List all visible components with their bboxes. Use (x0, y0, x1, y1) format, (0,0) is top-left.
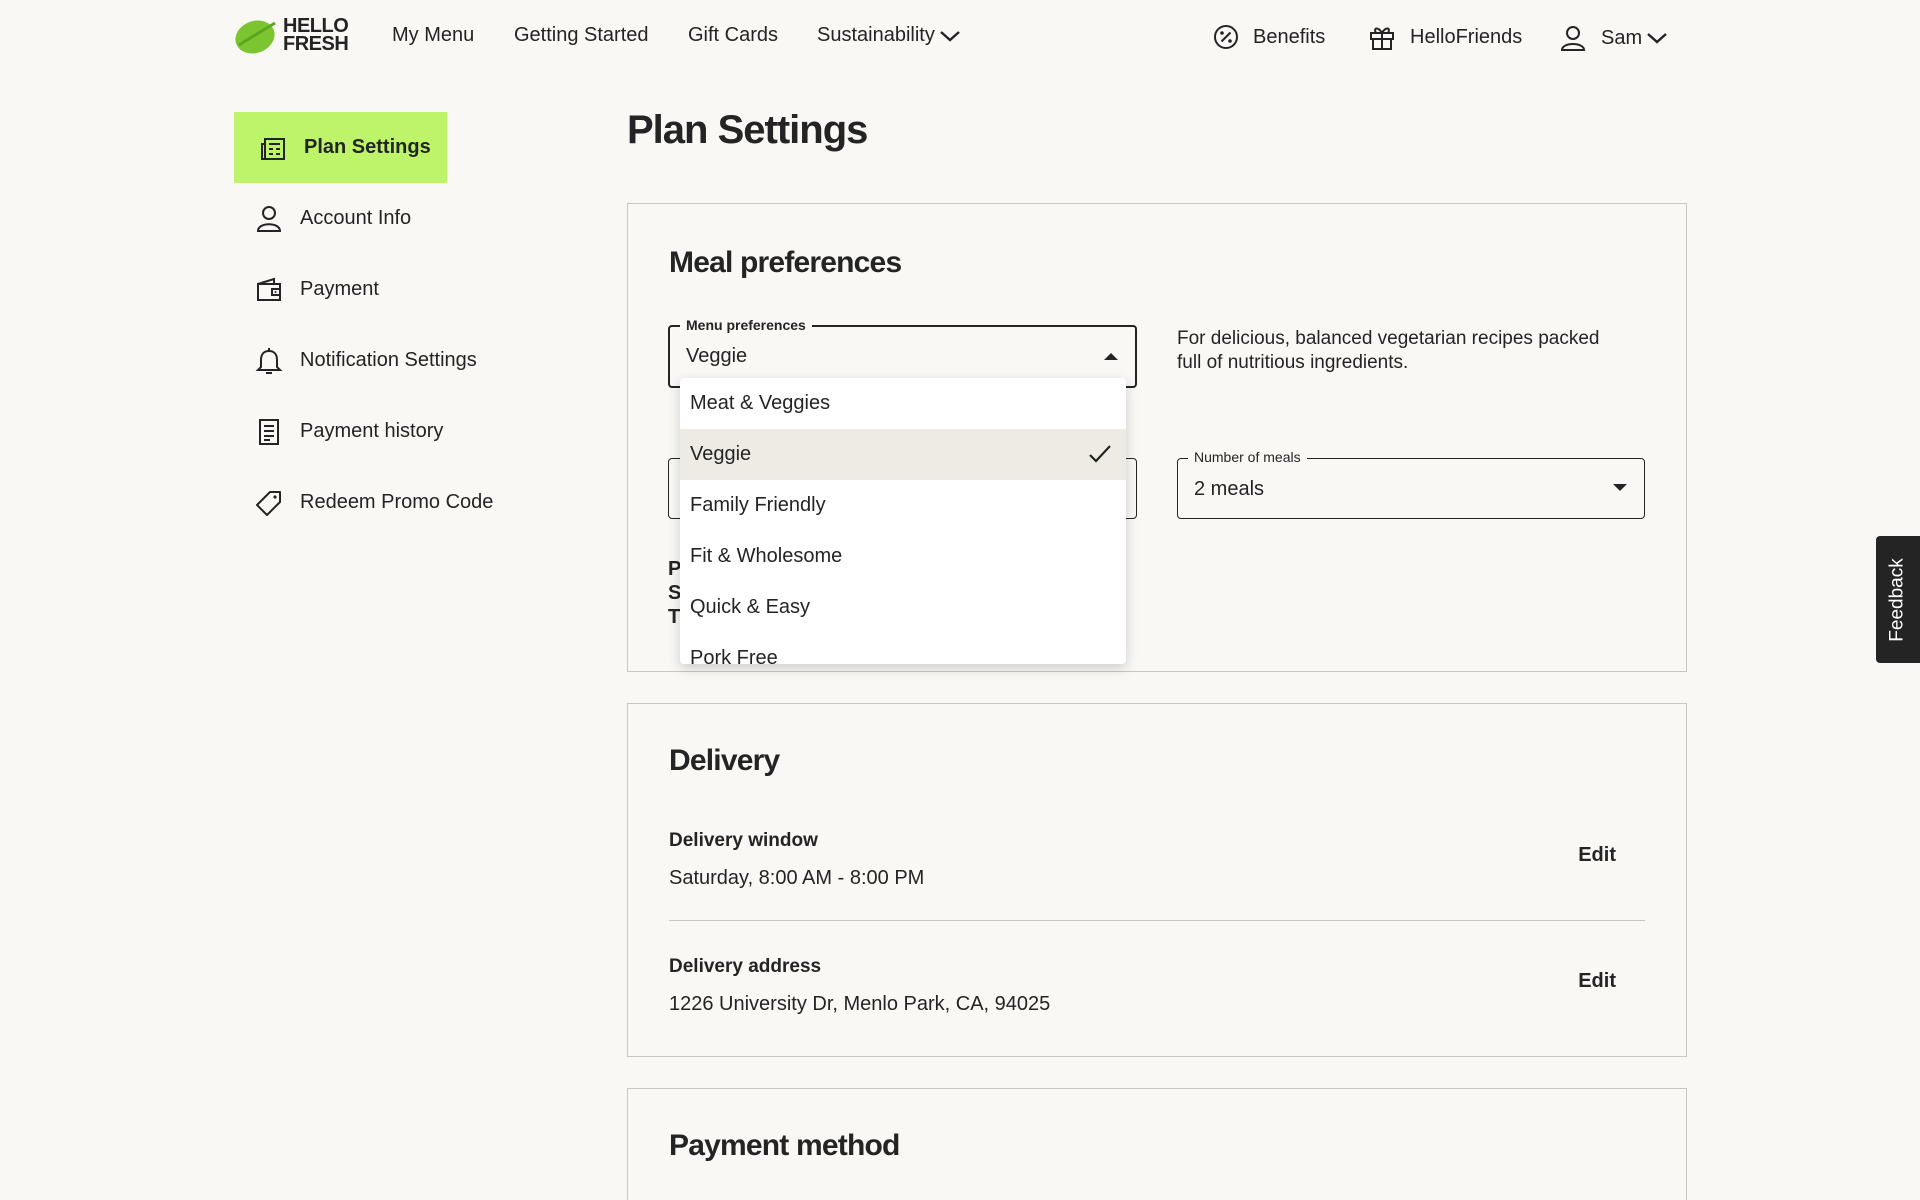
sidebar-item-label: Payment history (300, 420, 444, 442)
number-of-meals-value: 2 meals (1194, 478, 1265, 500)
sidebar-item-redeem-promo-code[interactable]: Redeem Promo Code (234, 467, 493, 538)
bell-icon (254, 346, 284, 376)
meal-preferences-title: Meal preferences (669, 246, 902, 279)
delivery-address-label: Delivery address (669, 956, 822, 977)
sidebar-item-label: Account Info (300, 207, 412, 229)
gift-icon (1364, 24, 1396, 50)
page-title: Plan Settings (627, 108, 868, 152)
divider (669, 920, 1645, 921)
delivery-window-value: Saturday, 8:00 AM - 8:00 PM (669, 867, 925, 889)
sidebar-item-label: Payment (300, 278, 379, 300)
dropdown-option-label: Quick & Easy (690, 596, 811, 618)
menu-preferences-legend: Menu preferences (680, 317, 812, 333)
nav-hellofriends[interactable]: HelloFriends (1364, 24, 1522, 50)
tag-icon (254, 488, 284, 518)
receipt-icon (254, 417, 284, 447)
nav-sustainability-label: Sustainability (817, 24, 935, 46)
nav-user-name: Sam (1601, 26, 1643, 49)
lime-logo-icon (235, 20, 276, 54)
checkmark-icon (1089, 445, 1111, 463)
chevron-down-icon (1647, 33, 1667, 44)
chevron-down-icon (940, 30, 960, 42)
sidebar-item-payment-history[interactable]: Payment history (234, 396, 443, 467)
nav-hellofriends-label: HelloFriends (1410, 25, 1523, 48)
dropdown-option-label: Family Friendly (690, 494, 826, 516)
number-of-meals-legend: Number of meals (1188, 449, 1307, 465)
sidebar-item-notification-settings[interactable]: Notification Settings (234, 325, 477, 396)
edit-delivery-window-button[interactable]: Edit (1578, 844, 1616, 867)
dropdown-option[interactable]: Quick & Easy (680, 582, 1126, 633)
nav-benefits[interactable]: Benefits (1209, 24, 1325, 50)
nav-user-menu[interactable]: Sam (1555, 24, 1668, 52)
feedback-tab[interactable]: Feedback (1876, 536, 1920, 663)
top-navigation: HELLO FRESH My Menu Getting Started Gift… (0, 0, 1920, 72)
nav-getting-started[interactable]: Getting Started (514, 24, 649, 47)
hellofresh-logo[interactable]: HELLO FRESH (233, 14, 353, 56)
user-icon (1555, 24, 1587, 52)
dropdown-option-selected[interactable]: Veggie (680, 429, 1126, 480)
logo-wordmark: HELLO FRESH (283, 15, 349, 55)
dropdown-option-label: Meat & Veggies (690, 392, 831, 414)
dropdown-option[interactable]: Fit & Wholesome (680, 531, 1126, 582)
sidebar-item-label: Notification Settings (300, 349, 477, 371)
nav-sustainability[interactable]: Sustainability (817, 24, 961, 47)
wallet-icon (254, 275, 284, 305)
payment-method-title: Payment method (669, 1129, 900, 1162)
dropdown-option-label: Pork Free (690, 647, 778, 664)
nav-gift-cards[interactable]: Gift Cards (688, 24, 778, 47)
sidebar-item-plan-settings[interactable]: Plan Settings (234, 112, 447, 183)
caret-down-icon (1613, 484, 1627, 491)
sidebar-item-label: Plan Settings (304, 136, 431, 158)
hidden-text-letter: T (668, 606, 681, 628)
delivery-card: Delivery Delivery window Saturday, 8:00 … (627, 703, 1687, 1057)
payment-method-card: Payment method (627, 1088, 1687, 1200)
menu-preferences-value: Veggie (686, 345, 748, 367)
delivery-address-value: 1226 University Dr, Menlo Park, CA, 9402… (669, 993, 1051, 1015)
number-of-meals-select[interactable]: Number of meals 2 meals (1177, 449, 1645, 519)
plan-settings-icon (258, 133, 288, 163)
nav-my-menu[interactable]: My Menu (392, 24, 474, 47)
dropdown-option-label: Veggie (690, 443, 752, 465)
edit-delivery-address-button[interactable]: Edit (1578, 970, 1616, 993)
sidebar-item-account-info[interactable]: Account Info (234, 183, 411, 254)
dropdown-option[interactable]: Pork Free (680, 633, 1126, 664)
sidebar-item-label: Redeem Promo Code (300, 491, 494, 513)
menu-preferences-dropdown: Meat & Veggies Veggie Family Friendly Fi… (680, 378, 1126, 664)
percent-badge-icon (1209, 24, 1239, 50)
caret-up-icon (1104, 353, 1118, 360)
dropdown-option[interactable]: Meat & Veggies (680, 378, 1126, 429)
person-icon (254, 204, 284, 234)
nav-benefits-label: Benefits (1253, 25, 1326, 48)
sidebar-item-payment[interactable]: Payment (234, 254, 379, 325)
delivery-window-label: Delivery window (669, 830, 818, 851)
menu-preference-description: For delicious, balanced vegetarian recip… (1177, 328, 1600, 373)
delivery-title: Delivery (669, 744, 780, 777)
dropdown-option-label: Fit & Wholesome (690, 545, 843, 567)
feedback-label: Feedback (1887, 557, 1909, 642)
dropdown-option[interactable]: Family Friendly (680, 480, 1126, 531)
